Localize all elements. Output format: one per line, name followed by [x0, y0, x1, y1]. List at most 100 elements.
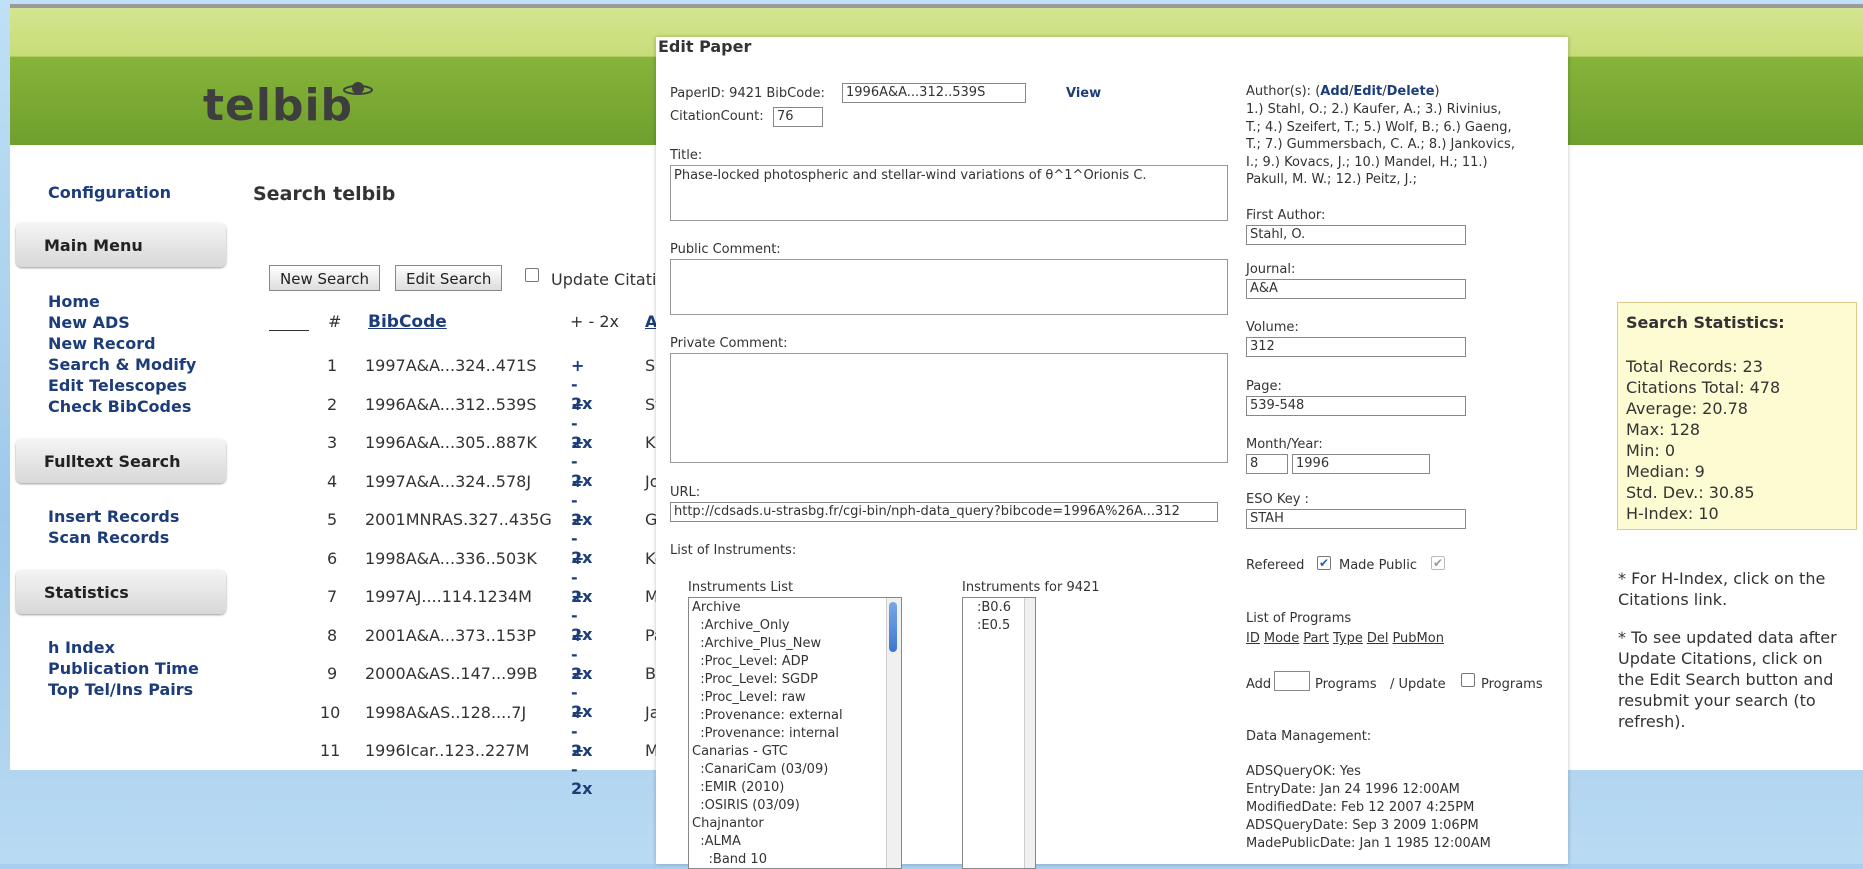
program-column-header[interactable]: Mode — [1264, 631, 1299, 646]
citation-count-input[interactable]: 76 — [773, 107, 823, 127]
stats-line: Average: 20.78 — [1626, 399, 1748, 418]
instrument-option[interactable]: :CanariCam (03/09) — [692, 761, 898, 779]
sidebar-item-check-bibcodes[interactable]: Check BibCodes — [48, 397, 191, 416]
instruments-for-label: Instruments for 9421 — [962, 580, 1100, 595]
sidebar-configuration[interactable]: Configuration — [48, 183, 171, 202]
selected-instrument[interactable]: :B0.6 — [977, 599, 1021, 617]
instrument-option[interactable]: Canarias - GTC — [692, 743, 898, 761]
programs-label: List of Programs — [1246, 611, 1352, 626]
row-bibcode: 2000A&AS..147...99B — [365, 664, 538, 683]
scrollbar[interactable] — [886, 598, 901, 868]
dm-line: MadePublicDate: Jan 1 1985 12:00AM — [1246, 836, 1491, 851]
edit-search-button[interactable]: Edit Search — [395, 265, 503, 291]
edit-author-link[interactable]: Edit — [1353, 84, 1382, 99]
instrument-option[interactable]: Archive — [692, 599, 898, 617]
row-number: 6 — [327, 548, 338, 568]
dm-line: ADSQueryDate: Sep 3 2009 1:06PM — [1246, 818, 1479, 833]
month-input[interactable]: 8 — [1246, 454, 1288, 474]
selected-instruments-list[interactable]: :B0.6:E0.5 — [962, 597, 1036, 869]
sidebar-heading-fulltext: Fulltext Search — [16, 439, 226, 483]
sidebar-item-home[interactable]: Home — [48, 292, 100, 311]
authors-label: Author(s): (Add/Edit/Delete) — [1246, 84, 1440, 99]
add-author-link[interactable]: Add — [1320, 84, 1349, 99]
update-citations-checkbox[interactable] — [525, 268, 539, 282]
add-programs-label: Add — [1246, 677, 1272, 692]
row-bibcode: 1997A&A...324..578J — [365, 471, 532, 491]
row-bibcode: 1996A&A...312..539S — [365, 394, 537, 414]
add-programs-input[interactable] — [1274, 671, 1310, 691]
new-search-button[interactable]: New Search — [269, 265, 381, 291]
instrument-option[interactable]: :OSIRIS (03/09) — [692, 797, 898, 815]
first-author-input[interactable]: Stahl, O. — [1246, 225, 1466, 245]
row-number: 4 — [327, 471, 338, 491]
instrument-option[interactable]: :Archive_Only — [692, 617, 898, 635]
program-column-header[interactable]: PubMon — [1392, 631, 1444, 646]
sidebar-item-publication-time[interactable]: Publication Time — [48, 659, 199, 678]
row-number: 1 — [327, 356, 338, 375]
sidebar-item-scan-records[interactable]: Scan Records — [48, 528, 169, 547]
title-textarea[interactable]: Phase-locked photospheric and stellar-wi… — [670, 165, 1228, 221]
delete-author-link[interactable]: Delete — [1387, 84, 1435, 99]
selected-instrument[interactable]: :E0.5 — [977, 617, 1021, 635]
instrument-option[interactable]: :Provenance: external — [692, 707, 898, 725]
instruments-label: List of Instruments: — [670, 543, 797, 558]
instrument-option[interactable]: :EMIR (2010) — [692, 779, 898, 797]
instruments-list[interactable]: Archive :Archive_Only :Archive_Plus_New … — [688, 597, 902, 869]
scrollbar[interactable] — [1024, 598, 1035, 868]
sidebar-item-h-index[interactable]: h Index — [48, 638, 115, 657]
sidebar-item-new-record[interactable]: New Record — [48, 334, 156, 353]
row-actions[interactable]: + - 2x — [571, 741, 592, 798]
sidebar-item-insert-records[interactable]: Insert Records — [48, 507, 179, 526]
instrument-option[interactable]: :Proc_Level: raw — [692, 689, 898, 707]
instrument-option[interactable]: :Proc_Level: SGDP — [692, 671, 898, 689]
instrument-option[interactable]: :Band 10 — [692, 851, 898, 868]
view-link[interactable]: View — [1066, 86, 1101, 101]
instrument-option[interactable]: :ALMA — [692, 833, 898, 851]
sidebar-item-top-tel-ins-pairs[interactable]: Top Tel/Ins Pairs — [48, 680, 193, 699]
instrument-option[interactable]: :Archive_Plus_New — [692, 635, 898, 653]
update-programs-checkbox[interactable] — [1461, 673, 1475, 687]
author-line: T.; 4.) Szeifert, T.; 5.) Wolf, B.; 6.) … — [1246, 119, 1512, 135]
scrollbar-thumb[interactable] — [889, 602, 897, 652]
sidebar-item-search-modify[interactable]: Search & Modify — [48, 355, 196, 374]
public-comment-textarea[interactable] — [670, 259, 1228, 315]
program-column-header[interactable]: ID — [1246, 631, 1260, 646]
edit-paper-dialog: Edit Paper PaperID: 9421 BibCode: 1996A&… — [656, 37, 1568, 869]
instrument-option[interactable]: :Provenance: internal — [692, 725, 898, 743]
sidebar-item-edit-telescopes[interactable]: Edit Telescopes — [48, 376, 187, 395]
page-input[interactable]: 539-548 — [1246, 396, 1466, 416]
program-column-header[interactable]: Del — [1367, 631, 1389, 646]
update-programs-label: / Update — [1390, 677, 1446, 692]
program-column-header[interactable]: Type — [1333, 631, 1363, 646]
volume-input[interactable]: 312 — [1246, 337, 1466, 357]
journal-input[interactable]: A&A — [1246, 279, 1466, 299]
private-comment-textarea[interactable] — [670, 353, 1228, 463]
program-column-header[interactable]: Part — [1303, 631, 1329, 646]
private-comment-label: Private Comment: — [670, 336, 788, 351]
dialog-title: Edit Paper — [658, 37, 752, 56]
eso-key-label: ESO Key : — [1246, 492, 1309, 507]
col-header-bibcode[interactable]: BibCode — [368, 312, 447, 332]
instrument-option[interactable]: Chajnantor — [692, 815, 898, 833]
update-note: * To see updated data after Update Citat… — [1618, 628, 1837, 731]
row-bibcode: 2001MNRAS.327..435G — [365, 510, 552, 529]
author-line: Pakull, M. W.; 12.) Peitz, J.; — [1246, 172, 1417, 187]
first-author-label: First Author: — [1246, 208, 1326, 223]
volume-label: Volume: — [1246, 320, 1299, 335]
made-public-label: Made Public — [1339, 558, 1418, 573]
made-public-checkbox[interactable]: ✔ — [1431, 556, 1445, 570]
eso-key-input[interactable]: STAH — [1246, 509, 1466, 529]
page-title: Search telbib — [253, 183, 396, 205]
bibcode-input[interactable]: 1996A&A...312..539S — [842, 83, 1026, 103]
instrument-option[interactable]: :Proc_Level: ADP — [692, 653, 898, 671]
hindex-note: * For H-Index, click on the Citations li… — [1618, 569, 1826, 609]
col-header-num: # — [328, 312, 342, 331]
url-label: URL: — [670, 485, 701, 500]
dm-line: ADSQueryOK: Yes — [1246, 764, 1361, 779]
year-input[interactable]: 1996 — [1292, 454, 1430, 474]
author-line: I.; 9.) Kovacs, J.; 10.) Mandel, H.; 11.… — [1246, 154, 1488, 170]
sidebar-item-new-ads[interactable]: New ADS — [48, 313, 130, 332]
refereed-checkbox[interactable]: ✔ — [1317, 556, 1331, 570]
journal-label: Journal: — [1246, 262, 1296, 277]
url-input[interactable]: http://cdsads.u-strasbg.fr/cgi-bin/nph-d… — [670, 502, 1218, 522]
